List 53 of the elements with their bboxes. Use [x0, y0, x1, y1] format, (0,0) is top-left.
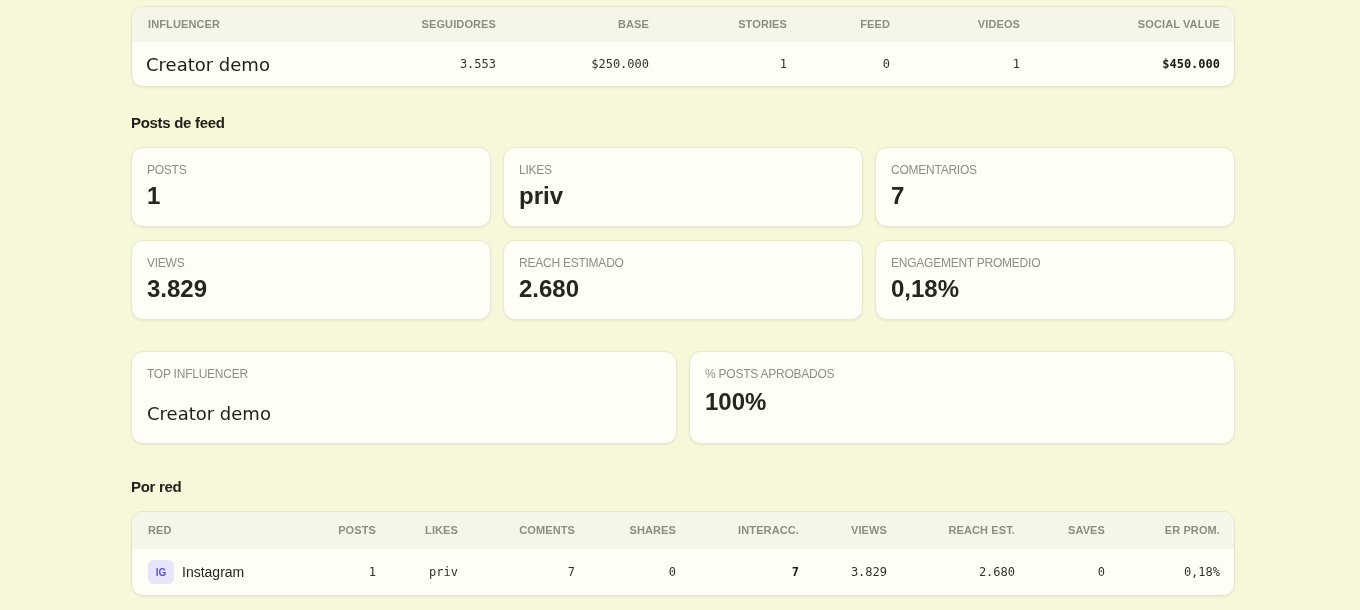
column-header: SAVES	[1067, 523, 1105, 539]
column-header: VIEWS	[851, 523, 887, 539]
network-name: Instagram	[182, 562, 245, 582]
stat-label: VIEWS	[147, 256, 185, 270]
stat-label: % POSTS APROBADOS	[705, 367, 835, 381]
table-cell-text: 1	[368, 564, 376, 581]
table-cell-text: 0	[882, 56, 890, 73]
stat-label: REACH ESTIMADO	[519, 256, 624, 270]
table-cell-text: 0	[1097, 564, 1105, 581]
column-header: ER PROM.	[1164, 523, 1220, 539]
column-header: SEGUIDORES	[421, 17, 496, 33]
column-header: VIDEOS	[977, 17, 1020, 33]
table-cell-text: 7	[567, 564, 575, 581]
stat-value: 7	[891, 181, 905, 211]
column-header: LIKES	[425, 523, 458, 539]
stat-value: 100%	[705, 387, 767, 417]
table-cell-text: $250.000	[591, 56, 649, 73]
stat-value: 1	[147, 181, 161, 211]
column-header: SOCIAL VALUE	[1137, 17, 1220, 33]
influencer-name: Creator demo	[146, 52, 270, 77]
table-cell-text: 1	[1012, 56, 1020, 73]
table-cell-text: 7	[791, 564, 799, 581]
table-cell-text: 0,18%	[1183, 564, 1220, 581]
stat-label: POSTS	[147, 163, 187, 177]
column-header: INFLUENCER	[148, 17, 220, 33]
stat-value: 3.829	[147, 274, 208, 304]
table-cell-text: 1	[779, 56, 787, 73]
table-cell-text: 2.680	[978, 564, 1015, 581]
table-cell-text: $450.000	[1162, 56, 1220, 73]
column-header: INTERACC.	[738, 523, 799, 539]
stat-value: priv	[519, 181, 563, 211]
stat-value: 2.680	[519, 274, 580, 304]
column-header: REACH EST.	[948, 523, 1015, 539]
table-cell-text: priv	[429, 564, 458, 581]
stat-label: COMENTARIOS	[891, 163, 977, 177]
column-header: STORIES	[738, 17, 787, 33]
stat-value: 0,18%	[891, 274, 960, 304]
stat-label: TOP INFLUENCER	[147, 367, 248, 381]
table-cell-text: 3.829	[850, 564, 887, 581]
section-title: Posts de feed	[131, 114, 226, 132]
stat-label: LIKES	[519, 163, 552, 177]
stat-value: Creator demo	[147, 402, 271, 426]
column-header: POSTS	[338, 523, 376, 539]
column-header: BASE	[618, 17, 649, 33]
table-cell-text: 3.553	[459, 56, 496, 73]
network-badge: IG	[148, 560, 174, 584]
column-header: RED	[148, 523, 172, 539]
stat-label: ENGAGEMENT PROMEDIO	[891, 256, 1041, 270]
column-header: SHARES	[629, 523, 676, 539]
table-cell-text: 0	[668, 564, 676, 581]
column-header: COMENTS	[519, 523, 575, 539]
column-header: FEED	[860, 17, 890, 33]
section-title: Por red	[131, 478, 183, 496]
